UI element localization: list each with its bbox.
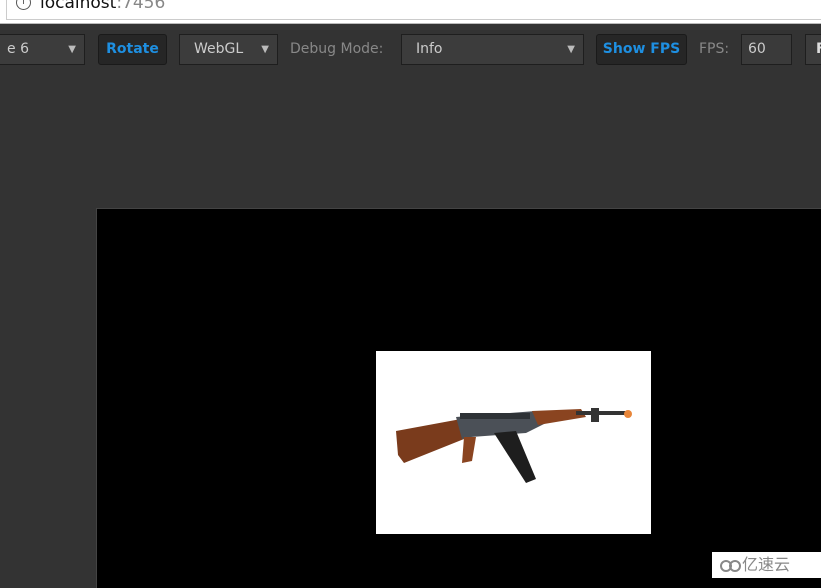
rifle-sprite [376,351,651,534]
address-bar[interactable]: i localhost:7456 [0,0,821,24]
debug-mode-label: Debug Mode: [290,41,384,57]
url-host: localhost [40,0,117,13]
chevron-down-icon: ▼ [68,44,76,55]
rotate-button[interactable]: Rotate [98,34,167,65]
url-port: :7456 [116,0,166,13]
cloud-logo-icon [720,560,741,572]
watermark-text: 亿速云 [742,555,791,574]
device-select[interactable]: e 6 ▼ [0,34,85,65]
renderer-select-value: WebGL [194,41,244,57]
pause-button[interactable]: F [805,34,821,65]
debug-mode-select[interactable]: Info ▼ [401,34,584,65]
fps-input[interactable]: 60 [741,34,792,65]
watermark: 亿速云 [712,552,821,578]
show-fps-button[interactable]: Show FPS [596,34,687,65]
renderer-select[interactable]: WebGL ▼ [179,34,278,65]
debug-mode-value: Info [416,41,443,57]
device-select-value: e 6 [7,41,29,57]
preview-toolbar: e 6 ▼ Rotate WebGL ▼ Debug Mode: Info ▼ Sho… [0,25,821,75]
chevron-down-icon: ▼ [261,44,269,55]
fps-label: FPS: [699,41,730,57]
url-text: localhost:7456 [40,0,165,13]
chevron-down-icon: ▼ [567,44,575,55]
